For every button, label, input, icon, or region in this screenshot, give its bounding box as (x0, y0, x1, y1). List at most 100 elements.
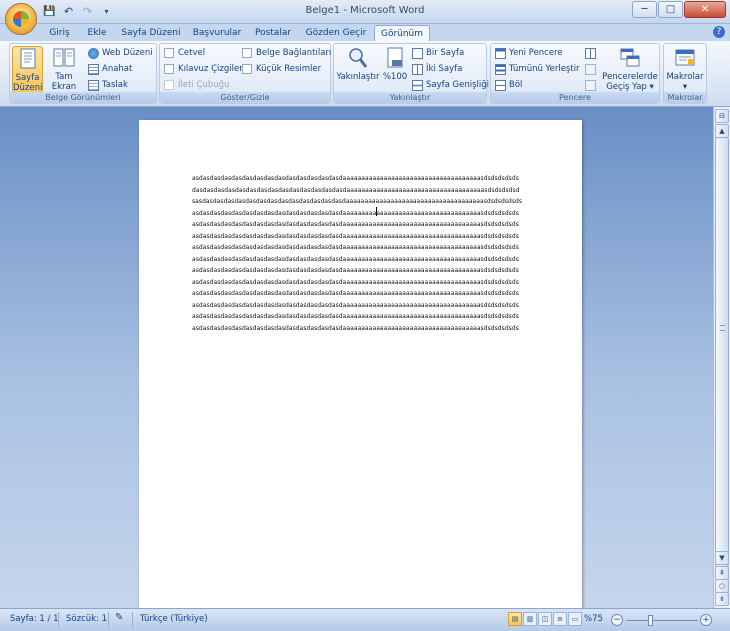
text-line[interactable]: asdasdasdasdasdasdasdasdasdasdasdasdasda… (192, 231, 537, 243)
previous-page-button[interactable]: ⇞ (715, 566, 729, 580)
text-line[interactable]: asdasdasdasdasdasdasdasdasdasdasdasdasda… (192, 300, 537, 312)
full-screen-reading-icon (53, 48, 75, 67)
split-icon (495, 79, 506, 91)
chevron-down-icon: ▾ (646, 82, 654, 92)
document-area[interactable]: asdasdasdasdasdasdasdasdasdasdasdasdasda… (0, 107, 713, 608)
text-line[interactable]: asdasdasdasdasdasdasdasdasdasdasdasdasda… (192, 323, 537, 335)
scroll-down-button[interactable]: ▼ (715, 551, 729, 565)
tam-ekran-okuma-button[interactable]: Tam Ekran Okuma (44, 46, 84, 102)
cetvel-checkbox[interactable]: Cetvel (164, 46, 205, 60)
kucuk-resimler-checkbox[interactable]: Küçük Resimler (242, 62, 321, 76)
zoom-slider-thumb[interactable] (648, 615, 653, 626)
arrange-all-icon (495, 63, 506, 75)
belge-baglantilari-checkbox[interactable]: Belge Bağlantıları (242, 46, 331, 60)
text-line[interactable]: asdasdasdasdasdasdasdasdasdasdasdasdasda… (192, 173, 537, 185)
bol-button[interactable]: Böl (495, 78, 522, 92)
close-button[interactable]: ✕ (684, 1, 726, 18)
text-line[interactable]: asdasdasdasdasdasdasdasdasdasdasdasdasda… (192, 242, 537, 254)
bol-label: Böl (509, 80, 523, 90)
scroll-up-button[interactable]: ▲ (715, 124, 729, 138)
tumunu-yerlestir-button[interactable]: Tümünü Yerleştir (495, 62, 580, 76)
kilavuz-check[interactable] (164, 64, 174, 74)
switch-windows-icon (620, 48, 640, 67)
tab-gozden-gecir[interactable]: Gözden Geçir (302, 25, 370, 41)
help-icon[interactable]: ? (713, 26, 725, 38)
office-button[interactable] (5, 3, 37, 35)
belge-baglantilari-check[interactable] (242, 48, 252, 58)
group-label-belge-gorunumleri: Belge Görünümleri (10, 92, 156, 103)
pencerelerde-gecis-button[interactable]: Pencerelerde Geçiş Yap ▾ (601, 46, 659, 93)
group-yakinlastir: Yakınlaştır %100 Bir Sayfa İki Sayfa Say… (333, 43, 489, 104)
cetvel-check[interactable] (164, 48, 174, 58)
select-browse-object-button[interactable]: ○ (715, 579, 729, 593)
sync-scroll-button[interactable] (585, 62, 599, 76)
new-window-icon (495, 47, 506, 59)
yuzde100-button[interactable]: %100 (381, 46, 409, 93)
print-layout-view-icon[interactable]: ▤ (508, 612, 522, 626)
page-width-icon (412, 79, 423, 91)
ileti-cubugu-checkbox: İleti Çubuğu (164, 78, 229, 92)
text-line[interactable]: asdasdasdasdasdasdasdasdasdasdasdasdasda… (192, 288, 537, 300)
text-line[interactable]: asdasdasdasdasdasdasdasdasdasdasdasdasda… (192, 311, 537, 323)
kucuk-resimler-check[interactable] (242, 64, 252, 74)
text-line[interactable]: asdasdasdasdasdasdasdasdasdasdasdasdasda… (192, 254, 537, 266)
anahat-button[interactable]: Anahat (88, 62, 132, 76)
tab-ekle[interactable]: Ekle (82, 25, 112, 41)
proofing-icon[interactable]: ✎ (115, 612, 123, 623)
side-by-side-icon (585, 47, 596, 59)
zoom-slider[interactable] (626, 620, 698, 621)
zoom-in-button[interactable]: + (700, 614, 712, 626)
language[interactable]: Türkçe (Türkiye) (140, 614, 208, 624)
belge-baglantilari-label: Belge Bağlantıları (256, 48, 332, 58)
text-line[interactable]: asdasdasdasdasdasdasdasdasdasdasdasdasda… (192, 208, 537, 220)
outline-view-icon[interactable]: ≡ (553, 612, 567, 626)
text-line[interactable]: sasdasdasdasdasdasdasdasdasdasdasdasdasd… (192, 196, 537, 208)
text-line[interactable]: asdasdasdasdasdasdasdasdasdasdasdasdasda… (192, 219, 537, 231)
iki-sayfa-button[interactable]: İki Sayfa (412, 62, 462, 76)
tab-sayfa-duzeni[interactable]: Sayfa Düzeni (118, 25, 184, 41)
taslak-button[interactable]: Taslak (88, 78, 128, 92)
ruler-toggle-icon[interactable]: ⊟ (715, 109, 729, 123)
side-by-side-button[interactable] (585, 46, 599, 60)
tab-gorunum[interactable]: Görünüm (374, 25, 430, 41)
minimize-button[interactable]: ─ (632, 1, 657, 18)
chevron-down-icon: ▾ (682, 82, 688, 92)
zoom-level[interactable]: %75 (584, 614, 603, 624)
bir-sayfa-button[interactable]: Bir Sayfa (412, 46, 464, 60)
macros-icon (675, 49, 695, 66)
word-count[interactable]: Sözcük: 1 (66, 614, 107, 624)
web-duzeni-button[interactable]: Web Düzeni (88, 46, 153, 60)
maximize-button[interactable]: □ (658, 1, 683, 18)
ileti-label: İleti Çubuğu (178, 80, 230, 90)
tab-basvurular[interactable]: Başvurular (190, 25, 244, 41)
tab-postalar[interactable]: Postalar (250, 25, 296, 41)
page-count[interactable]: Sayfa: 1 / 1 (10, 614, 59, 624)
tab-giris[interactable]: Giriş (42, 25, 77, 41)
reset-window-button[interactable] (585, 78, 599, 92)
zoom-out-button[interactable]: − (611, 614, 623, 626)
full-screen-view-icon[interactable]: ▥ (523, 612, 537, 626)
group-belge-gorunumleri: Sayfa Düzeni Tam Ekran Okuma Web Düzeni … (9, 43, 157, 104)
text-line[interactable]: asdasdasdasdasdasdasdasdasdasdasdasdasda… (192, 277, 537, 289)
scroll-thumb[interactable] (715, 137, 729, 567)
vertical-scrollbar[interactable]: ⊟ ▲ ▼ ⇞ ○ ⇟ (713, 107, 730, 608)
magnifier-icon (349, 48, 368, 68)
document-page[interactable]: asdasdasdasdasdasdasdasdasdasdasdasdasda… (139, 120, 582, 608)
sayfa-duzeni-button[interactable]: Sayfa Düzeni (12, 46, 43, 93)
yeni-pencere-button[interactable]: Yeni Pencere (495, 46, 563, 60)
text-line[interactable]: dasdasdasdasdasdasdasdasdasdasdasdasdasd… (192, 185, 537, 197)
document-text[interactable]: asdasdasdasdasdasdasdasdasdasdasdasdasda… (192, 173, 537, 334)
yakinlastir-button[interactable]: Yakınlaştır (336, 46, 380, 93)
scroll-grip-icon (720, 325, 725, 331)
web-layout-view-icon[interactable]: ◫ (538, 612, 552, 626)
kilavuz-cizgileri-checkbox[interactable]: Kılavuz Çizgileri (164, 62, 245, 76)
outline-icon (88, 63, 99, 75)
kilavuz-label: Kılavuz Çizgileri (178, 64, 246, 74)
sayfa-genisligi-button[interactable]: Sayfa Genişliği (412, 78, 489, 92)
text-cursor (376, 207, 377, 216)
text-line[interactable]: asdasdasdasdasdasdasdasdasdasdasdasdasda… (192, 265, 537, 277)
taslak-label: Taslak (102, 80, 128, 90)
makrolar-button[interactable]: Makrolar ▾ (665, 46, 705, 93)
next-page-button[interactable]: ⇟ (715, 592, 729, 606)
draft-view-icon[interactable]: ▭ (568, 612, 582, 626)
